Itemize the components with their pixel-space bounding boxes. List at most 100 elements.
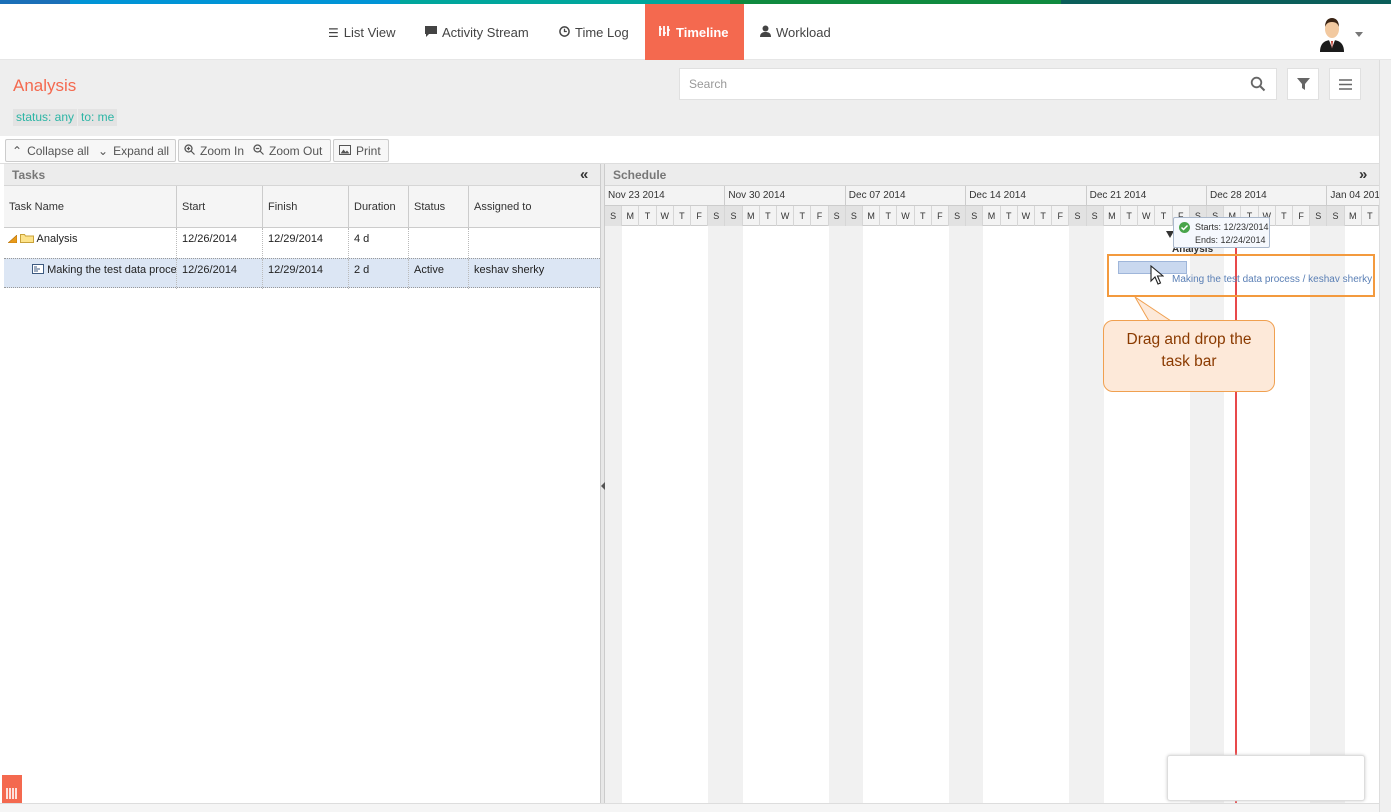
- day-label: S: [1310, 206, 1328, 226]
- expand-right-icon[interactable]: »: [1359, 164, 1367, 186]
- day-label: M: [983, 206, 1001, 226]
- duration-cell: 2 d: [349, 259, 409, 289]
- day-label: S: [1086, 206, 1104, 226]
- weekend-column: [1327, 226, 1345, 804]
- nav-list-view[interactable]: ☰ List View: [314, 4, 410, 60]
- day-label: T: [639, 206, 657, 226]
- week-label: Nov 23 2014: [605, 186, 726, 206]
- weekend-column: [1069, 226, 1087, 804]
- day-label: T: [1001, 206, 1018, 226]
- tasks-grid: Task Name Start Finish Duration Status A…: [4, 186, 600, 804]
- bottom-bar: [0, 803, 1379, 812]
- zoom-group: Zoom In Zoom Out: [178, 139, 331, 162]
- weekend-column: [1310, 226, 1328, 804]
- weekend-column: [605, 226, 623, 804]
- tasks-panel-header: Tasks «: [4, 164, 600, 186]
- page-title: Analysis: [13, 76, 77, 95]
- grid-header: Task Name Start Finish Duration Status A…: [4, 186, 600, 228]
- finish-cell: 12/29/2014: [263, 259, 349, 289]
- weekend-column: [1189, 226, 1207, 804]
- day-label: W: [897, 206, 915, 226]
- top-navigation: ☰ List View Activity Stream Time Log Time…: [0, 4, 1391, 60]
- table-row[interactable]: Making the test data process 12/26/2014 …: [4, 258, 600, 289]
- day-label: S: [1069, 206, 1087, 226]
- day-label: S: [605, 206, 623, 226]
- timeline-icon: [659, 4, 671, 62]
- day-label: M: [1345, 206, 1362, 226]
- weekend-column: [1086, 226, 1104, 804]
- nav-activity-stream[interactable]: Activity Stream: [411, 4, 543, 60]
- search-input[interactable]: [680, 69, 1240, 99]
- day-label: S: [828, 206, 846, 226]
- page-header: Analysis status: any to: me: [0, 60, 1379, 136]
- zoom-out-icon: [253, 140, 264, 163]
- column-header[interactable]: Assigned to: [469, 186, 600, 228]
- search-box: [679, 68, 1277, 100]
- task-bar-label: Making the test data process / keshav sh…: [1172, 274, 1373, 285]
- week-label: Dec 21 2014: [1087, 186, 1207, 206]
- callout-pointer: [1134, 296, 1173, 322]
- user-menu-caret-icon[interactable]: [1355, 32, 1363, 37]
- collapse-left-icon[interactable]: «: [580, 164, 588, 186]
- filter-button[interactable]: [1287, 68, 1319, 100]
- week-label: Jan 04 2015: [1327, 186, 1379, 206]
- list-icon: ☰: [328, 26, 339, 40]
- day-label: T: [760, 206, 777, 226]
- week-label: Dec 28 2014: [1207, 186, 1328, 206]
- search-icon[interactable]: [1250, 76, 1266, 92]
- column-header[interactable]: Start: [177, 186, 263, 228]
- nav-workload[interactable]: Workload: [746, 4, 845, 60]
- day-label: W: [777, 206, 795, 226]
- callout-line-2: task bar: [1161, 353, 1217, 370]
- user-avatar[interactable]: [1318, 16, 1346, 52]
- print-group: Print: [333, 139, 389, 162]
- filter-icon: [1297, 78, 1310, 90]
- day-label: M: [743, 206, 760, 226]
- day-label: S: [845, 206, 863, 226]
- check-circle-icon: [1179, 222, 1190, 233]
- zoom-in-button[interactable]: Zoom In: [184, 140, 244, 161]
- day-label: M: [1104, 206, 1121, 226]
- folder-icon: [20, 234, 35, 243]
- mouse-pointer-icon: [1150, 265, 1164, 285]
- table-row[interactable]: Analysis 12/26/2014 12/29/2014 4 d: [4, 228, 600, 258]
- expand-triangle-icon[interactable]: [7, 234, 18, 244]
- column-header[interactable]: Status: [409, 186, 469, 228]
- menu-button[interactable]: [1329, 68, 1361, 100]
- column-header[interactable]: Task Name: [4, 186, 177, 228]
- status-cell: Active: [409, 259, 469, 289]
- zoom-in-icon: [184, 140, 195, 163]
- print-button[interactable]: Print: [339, 140, 381, 161]
- start-cell: 12/26/2014: [177, 228, 263, 258]
- nav-time-log[interactable]: Time Log: [545, 4, 643, 60]
- day-label: T: [1362, 206, 1379, 226]
- nav-timeline[interactable]: Timeline: [645, 4, 744, 60]
- column-header[interactable]: Finish: [263, 186, 349, 228]
- day-label: F: [811, 206, 829, 226]
- day-label: F: [1293, 206, 1311, 226]
- comment-icon: [425, 4, 437, 62]
- column-header[interactable]: Duration: [349, 186, 409, 228]
- filter-chip-assignee[interactable]: to: me: [78, 109, 118, 126]
- task-date-tooltip: Starts: 12/23/2014 Ends: 12/24/2014: [1173, 217, 1270, 248]
- weekend-column: [725, 226, 743, 804]
- week-label: Dec 14 2014: [966, 186, 1087, 206]
- schedule-panel-title: Schedule: [613, 168, 667, 182]
- day-label: T: [1155, 206, 1173, 226]
- day-label: S: [725, 206, 743, 226]
- zoom-out-button[interactable]: Zoom Out: [253, 140, 322, 161]
- expand-all-button[interactable]: ⌄ Expand all: [98, 140, 169, 161]
- gantt-toolbar: ⌃ Collapse all ⌄ Expand all Zoom In Zoom O…: [0, 137, 1379, 164]
- day-label: M: [622, 206, 640, 226]
- day-label: S: [949, 206, 967, 226]
- callout-line-1: Drag and drop the: [1126, 331, 1252, 348]
- collapse-all-button[interactable]: ⌃ Collapse all: [12, 140, 89, 161]
- start-cell: 12/26/2014: [177, 259, 263, 289]
- vertical-scrollbar[interactable]: [1379, 60, 1391, 812]
- filter-chip-status[interactable]: status: any: [13, 109, 78, 126]
- schedule-panel-header: Schedule »: [605, 164, 1379, 186]
- weekend-column: [845, 226, 863, 804]
- clock-icon: [559, 4, 570, 62]
- tasks-panel-title: Tasks: [12, 168, 46, 182]
- instruction-callout: Drag and drop the task bar: [1103, 320, 1275, 392]
